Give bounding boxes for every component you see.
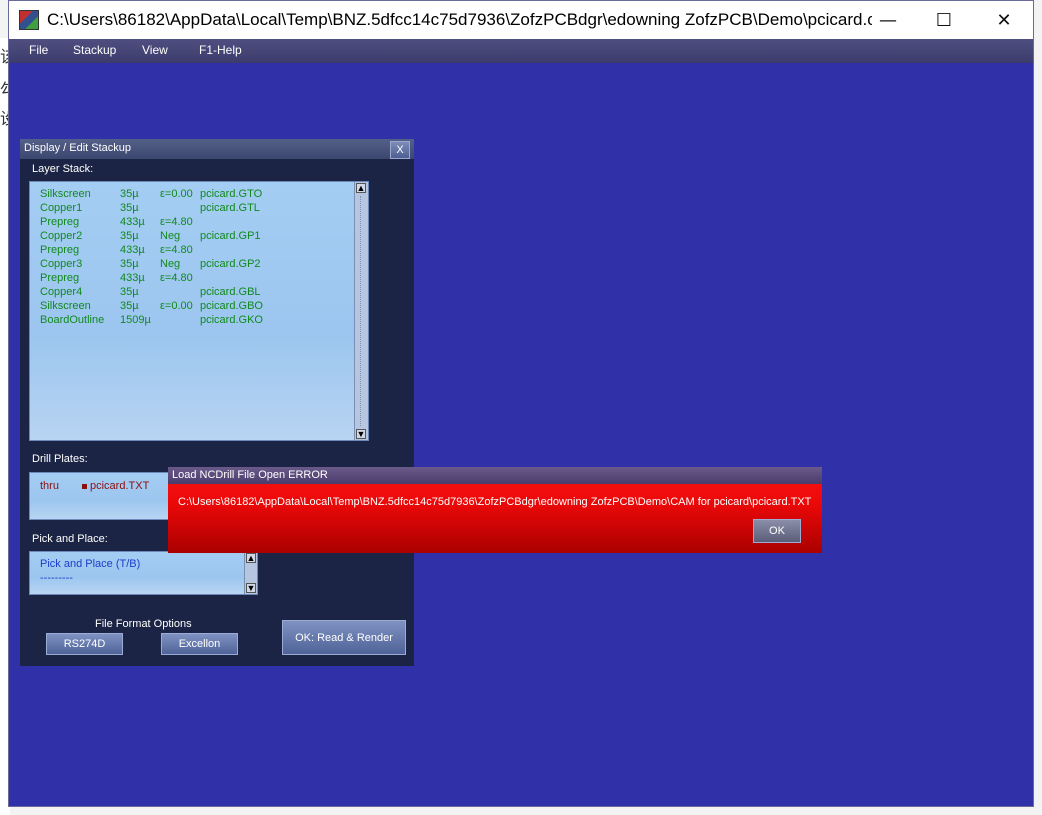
- layer-thickness: 35µ: [120, 258, 139, 270]
- main-window: C:\Users\86182\AppData\Local\Temp\BNZ.5d…: [8, 0, 1034, 807]
- layer-thickness: 35µ: [120, 300, 139, 312]
- layer-name: Prepreg: [40, 244, 80, 256]
- pick-and-place-list[interactable]: Pick and Place (T/B) --------- ▲ ▼: [29, 551, 258, 595]
- layer-param: ε=4.80: [160, 216, 193, 228]
- stackup-dialog: Display / Edit Stackup X Layer Stack: Si…: [20, 139, 414, 666]
- error-ok-button[interactable]: OK: [753, 519, 801, 543]
- pnp-line-1: Pick and Place (T/B): [40, 558, 141, 570]
- error-message: C:\Users\86182\AppData\Local\Temp\BNZ.5d…: [178, 496, 812, 508]
- pnp-scrollbar[interactable]: ▲ ▼: [244, 552, 257, 594]
- error-dialog-title: Load NCDrill File Open ERROR: [172, 469, 328, 481]
- layer-name: Prepreg: [40, 216, 80, 228]
- layer-thickness: 35µ: [120, 188, 139, 200]
- menu-bar: File Stackup View F1-Help: [9, 39, 1033, 63]
- drill-type: thru: [40, 480, 59, 492]
- layer-file: pcicard.GKO: [200, 314, 263, 326]
- maximize-button[interactable]: ☐: [915, 1, 973, 39]
- layer-file: pcicard.GP2: [200, 258, 261, 270]
- layer-param: ε=0.00: [160, 300, 193, 312]
- stackup-close-button[interactable]: X: [390, 141, 410, 159]
- layer-file: pcicard.GP1: [200, 230, 261, 242]
- layer-thickness: 35µ: [120, 202, 139, 214]
- layer-name: Copper4: [40, 286, 83, 298]
- layer-name: BoardOutline: [40, 314, 105, 326]
- error-dialog-titlebar[interactable]: Load NCDrill File Open ERROR: [168, 467, 822, 484]
- layer-file: pcicard.GBO: [200, 300, 263, 312]
- layer-param: Neg: [160, 230, 181, 242]
- close-button[interactable]: ✕: [975, 1, 1033, 39]
- layer-name: Prepreg: [40, 272, 80, 284]
- layer-name: Copper1: [40, 202, 83, 214]
- layer-thickness: 35µ: [120, 230, 139, 242]
- layer-name: Copper3: [40, 258, 83, 270]
- pnp-line-2: ---------: [40, 572, 73, 584]
- pick-and-place-label: Pick and Place:: [32, 533, 108, 545]
- layer-stack-label: Layer Stack:: [32, 163, 94, 175]
- minimize-button[interactable]: —: [859, 1, 917, 39]
- layer-param: Neg: [160, 258, 181, 270]
- stackup-dialog-title: Display / Edit Stackup: [24, 142, 131, 154]
- layer-stack-list[interactable]: Silkscreen 35µ ε=0.00 pcicard.GTO Copper1 35µ…: [29, 181, 369, 441]
- layer-thickness: 1509µ: [120, 314, 151, 326]
- layer-stack-scrollbar[interactable]: ▲ ▼: [354, 182, 368, 440]
- layer-param: ε=4.80: [160, 272, 193, 284]
- drill-plates-label: Drill Plates:: [32, 453, 88, 465]
- layer-param: ε=4.80: [160, 244, 193, 256]
- menu-view[interactable]: View: [142, 43, 168, 57]
- title-bar[interactable]: C:\Users\86182\AppData\Local\Temp\BNZ.5d…: [9, 1, 1033, 39]
- read-render-button[interactable]: OK: Read & Render: [282, 620, 406, 655]
- pnp-scroll-up-arrow[interactable]: ▲: [246, 553, 256, 563]
- layer-thickness: 433µ: [120, 216, 145, 228]
- error-dialog: Load NCDrill File Open ERROR C:\Users\86…: [168, 467, 822, 553]
- layer-name: Silkscreen: [40, 188, 91, 200]
- scroll-track[interactable]: [360, 196, 361, 426]
- excellon-button[interactable]: Excellon: [161, 633, 238, 655]
- scroll-up-arrow[interactable]: ▲: [356, 183, 366, 193]
- layer-thickness: 35µ: [120, 286, 139, 298]
- layer-param: ε=0.00: [160, 188, 193, 200]
- layer-file: pcicard.GTO: [200, 188, 263, 200]
- drill-file: pcicard.TXT: [90, 480, 150, 492]
- layer-file: pcicard.GBL: [200, 286, 261, 298]
- app-icon: [19, 10, 39, 30]
- scroll-down-arrow[interactable]: ▼: [356, 429, 366, 439]
- file-format-label: File Format Options: [95, 618, 192, 630]
- layer-thickness: 433µ: [120, 244, 145, 256]
- window-title: C:\Users\86182\AppData\Local\Temp\BNZ.5d…: [47, 10, 872, 29]
- layer-file: pcicard.GTL: [200, 202, 260, 214]
- menu-help[interactable]: F1-Help: [199, 43, 242, 57]
- layer-name: Silkscreen: [40, 300, 91, 312]
- drill-marker-icon: [82, 484, 87, 489]
- menu-stackup[interactable]: Stackup: [73, 43, 116, 57]
- stackup-dialog-titlebar[interactable]: Display / Edit Stackup X: [20, 139, 414, 159]
- pnp-scroll-down-arrow[interactable]: ▼: [246, 583, 256, 593]
- rs274d-button[interactable]: RS274D: [46, 633, 123, 655]
- layer-name: Copper2: [40, 230, 83, 242]
- menu-file[interactable]: File: [29, 43, 48, 57]
- layer-thickness: 433µ: [120, 272, 145, 284]
